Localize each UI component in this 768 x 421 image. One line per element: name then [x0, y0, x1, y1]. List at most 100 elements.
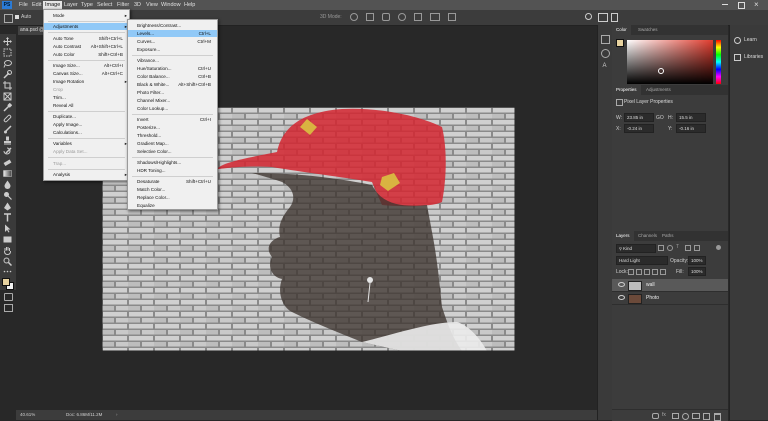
menu-item-calculations[interactable]: Calculations... — [44, 129, 129, 136]
menu-image[interactable]: Image — [43, 1, 63, 9]
layer-filter-select[interactable]: ⚲ Kind — [616, 244, 656, 253]
menu-item-curves[interactable]: Curves... Ctrl+M — [128, 38, 217, 45]
eraser-icon[interactable] — [3, 158, 12, 167]
menu-item-duplicate[interactable]: Duplicate... — [44, 113, 129, 120]
learn-icon[interactable] — [734, 37, 741, 44]
tab-channels[interactable]: Channels — [634, 231, 661, 241]
history-icon[interactable] — [601, 35, 610, 44]
menu-item-match-color[interactable]: Match Color... — [128, 186, 217, 193]
menu-item-color-lookup[interactable]: Color Lookup... — [128, 105, 217, 112]
filter-toggle[interactable] — [716, 245, 721, 250]
dodge-icon[interactable] — [3, 191, 12, 200]
blend-mode-select[interactable]: Hard Light — [616, 256, 668, 265]
menu-item-trim[interactable]: Trim... — [44, 94, 129, 101]
menu-filter[interactable]: Filter — [115, 1, 131, 9]
menu-window[interactable]: Window — [159, 1, 183, 9]
crop-icon[interactable] — [3, 81, 12, 90]
menu-help[interactable]: Help — [182, 1, 197, 9]
marquee-icon[interactable] — [3, 48, 12, 57]
menu-item-shadows-highlights[interactable]: Shadows/Highlights... — [128, 159, 217, 166]
layer-name[interactable]: wall — [646, 282, 655, 288]
lock-icons[interactable] — [628, 269, 668, 275]
share-icon[interactable] — [611, 13, 618, 22]
menu-item-variables[interactable]: Variables ▸ — [44, 140, 129, 147]
character-icon[interactable]: A — [601, 63, 608, 70]
brush-icon[interactable] — [3, 125, 12, 134]
fg-swatch[interactable] — [616, 39, 624, 47]
menu-view[interactable]: View — [144, 1, 160, 9]
tab-adjustments[interactable]: Adjustments — [642, 85, 675, 95]
menu-item-apply-image[interactable]: Apply Image... — [44, 121, 129, 128]
gradient-icon[interactable] — [3, 169, 12, 178]
healing-brush-icon[interactable] — [3, 114, 12, 123]
menu-edit[interactable]: Edit — [30, 1, 43, 9]
menu-item-brightness-contrast[interactable]: Brightness/Contrast... — [128, 22, 217, 29]
foreground-color-swatch[interactable] — [2, 278, 10, 286]
shape-icon[interactable] — [3, 235, 12, 244]
menu-item-canvas-size[interactable]: Canvas Size... Alt+Ctrl+C — [44, 70, 129, 77]
path-select-icon[interactable] — [3, 224, 12, 233]
height-field[interactable]: 15.5 in — [676, 113, 706, 122]
layer-row[interactable]: wall — [612, 279, 728, 292]
menu-item-adjustments[interactable]: Adjustments ▸ — [44, 23, 129, 30]
quick-select-icon[interactable] — [3, 70, 12, 79]
menu-item-invert[interactable]: Invert Ctrl+I — [128, 116, 217, 123]
layer-name[interactable]: Photo — [646, 295, 659, 301]
tab-paths[interactable]: Paths — [658, 231, 678, 241]
menu-item-reveal-all[interactable]: Reveal All — [44, 102, 129, 109]
menu-item-equalize[interactable]: Equalize — [128, 202, 217, 209]
minimize-icon[interactable] — [722, 4, 728, 5]
menu-item-posterize[interactable]: Posterize... — [128, 124, 217, 131]
menu-item-levels[interactable]: Levels... Ctrl+L — [128, 30, 217, 37]
menu-item-hdr-toning[interactable]: HDR Toning... — [128, 167, 217, 174]
new-layer-icon[interactable] — [703, 413, 710, 420]
visibility-eye-icon[interactable] — [618, 295, 625, 300]
link-button[interactable]: GO — [656, 115, 664, 121]
quick-mask-icon[interactable] — [4, 293, 13, 301]
menu-item-vibrance[interactable]: Vibrance... — [128, 57, 217, 64]
more-tools-icon[interactable] — [3, 267, 12, 276]
hand-icon[interactable] — [3, 246, 12, 255]
menu-3d[interactable]: 3D — [132, 1, 143, 9]
move-tool-icon[interactable] — [4, 14, 13, 23]
menu-item-auto-color[interactable]: Auto Color Shift+Ctrl+B — [44, 51, 129, 58]
visibility-eye-icon[interactable] — [618, 282, 625, 287]
menu-item-threshold[interactable]: Threshold... — [128, 132, 217, 139]
menu-layer[interactable]: Layer — [62, 1, 80, 9]
menu-item-image-size[interactable]: Image Size... Alt+Ctrl+I — [44, 62, 129, 69]
libraries-label[interactable]: Libraries — [744, 54, 763, 60]
layer-row[interactable]: Photo — [612, 292, 728, 305]
menu-type[interactable]: Type — [79, 1, 95, 9]
menu-item-color-balance[interactable]: Color Balance... Ctrl+B — [128, 73, 217, 80]
move-icon[interactable] — [3, 37, 12, 46]
menu-item-gradient-map[interactable]: Gradient Map... — [128, 140, 217, 147]
history-brush-icon[interactable] — [3, 147, 12, 156]
photoshop-logo-icon[interactable]: PS — [2, 1, 12, 9]
pen-icon[interactable] — [3, 202, 12, 211]
y-field[interactable]: -0.16 in — [676, 124, 706, 133]
color-picker-field[interactable] — [627, 40, 713, 84]
tab-color[interactable]: Color — [612, 25, 631, 35]
menu-file[interactable]: File — [17, 1, 30, 9]
type-icon[interactable] — [3, 213, 12, 222]
zoom-level[interactable]: 40.61% — [20, 410, 35, 420]
filter-icons[interactable]: T — [658, 245, 708, 251]
menu-item-desaturate[interactable]: Desaturate Shift+Ctrl+U — [128, 178, 217, 185]
add-mask-icon[interactable] — [672, 413, 679, 419]
menu-item-exposure[interactable]: Exposure... — [128, 46, 217, 53]
link-layers-icon[interactable] — [652, 413, 659, 419]
x-field[interactable]: -0.24 in — [624, 124, 654, 133]
learn-label[interactable]: Learn — [744, 37, 757, 43]
menu-item-selective-color[interactable]: Selective Color... — [128, 148, 217, 155]
fx-icon[interactable]: fx — [662, 412, 666, 418]
zoom-icon[interactable] — [3, 257, 12, 266]
screen-mode-icon[interactable] — [4, 304, 13, 312]
status-arrow-icon[interactable]: › — [116, 410, 118, 420]
blur-icon[interactable] — [3, 180, 12, 189]
hue-slider[interactable] — [716, 40, 721, 84]
maximize-icon[interactable] — [738, 2, 745, 9]
tab-properties[interactable]: Properties — [612, 85, 641, 95]
eyedropper-icon[interactable] — [3, 103, 12, 112]
workspace-icon[interactable] — [598, 13, 608, 22]
adjustment-layer-icon[interactable] — [682, 413, 689, 420]
